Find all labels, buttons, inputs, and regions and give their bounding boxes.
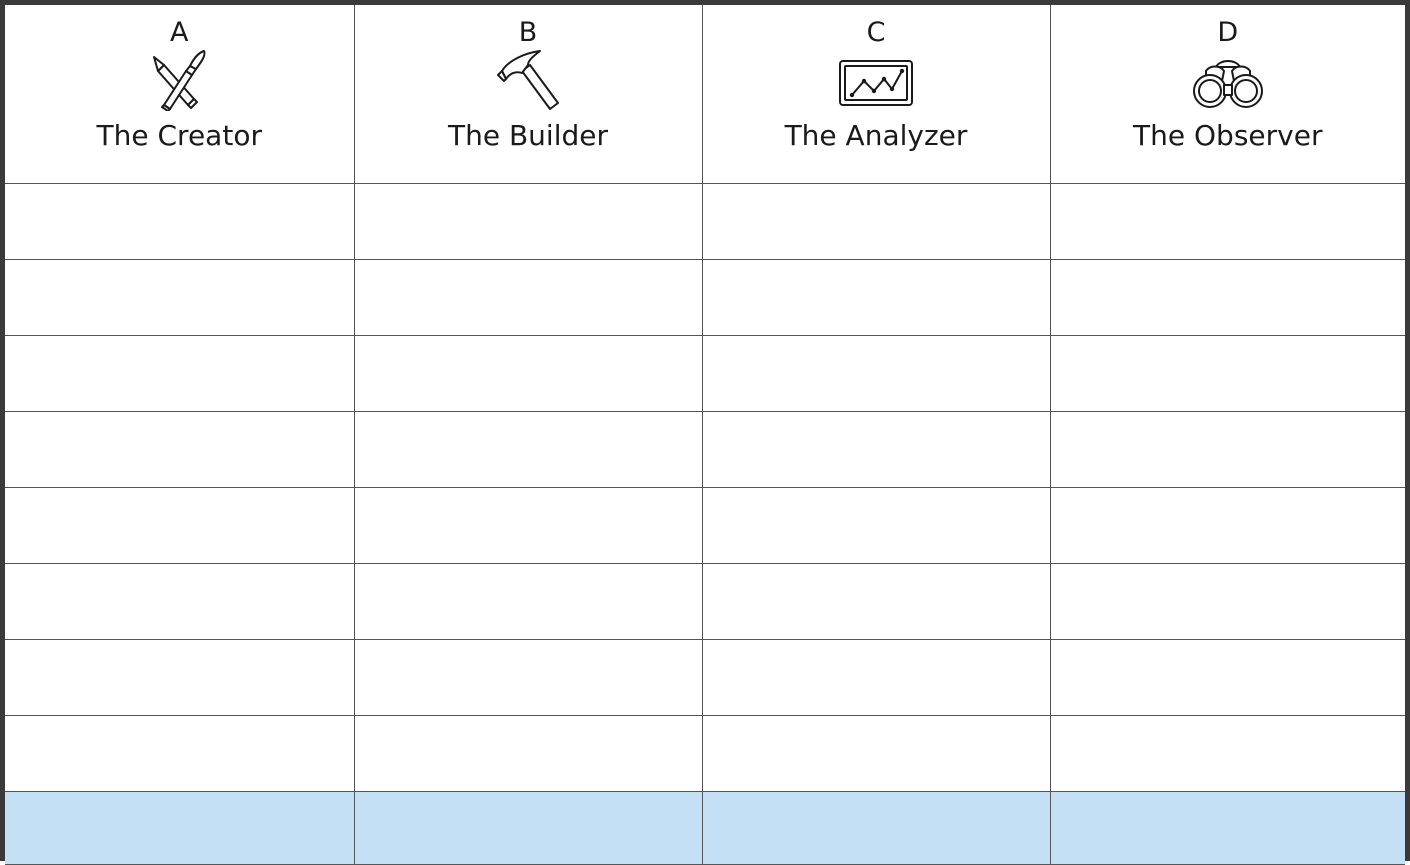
answer-cell-b[interactable] (353, 638, 703, 716)
table-row (5, 486, 1405, 564)
answer-cell-b[interactable] (353, 562, 703, 640)
answer-cell-c[interactable] (701, 182, 1051, 260)
hammer-icon (355, 49, 702, 110)
answer-cell-d[interactable] (1049, 410, 1405, 488)
answer-cell-a[interactable] (5, 562, 355, 640)
answer-cell-a[interactable] (5, 486, 355, 564)
answer-cell-b[interactable] (353, 486, 703, 564)
answer-cell-a[interactable] (5, 182, 355, 260)
total-cell-a[interactable] (5, 790, 355, 865)
answer-cell-a[interactable] (5, 714, 355, 792)
answer-cell-d[interactable] (1049, 486, 1405, 564)
column-title: The Analyzer (784, 119, 968, 152)
answer-cell-d[interactable] (1049, 182, 1405, 260)
answer-cell-c[interactable] (701, 486, 1051, 564)
answer-cell-a[interactable] (5, 638, 355, 716)
answer-cell-d[interactable] (1049, 258, 1405, 336)
column-header-a: A The Creator (5, 5, 355, 184)
answer-cell-c[interactable] (701, 334, 1051, 412)
line-chart-icon (703, 49, 1050, 109)
answer-cell-c[interactable] (701, 638, 1051, 716)
column-letter: D (1217, 17, 1239, 48)
answer-cell-b[interactable] (353, 258, 703, 336)
answer-cell-d[interactable] (1049, 562, 1405, 640)
role-table: A The Creator B The Builder C The Analyz… (5, 5, 1405, 865)
answer-cell-b[interactable] (353, 334, 703, 412)
answer-cell-a[interactable] (5, 258, 355, 336)
total-cell-c[interactable] (701, 790, 1051, 865)
table-row (5, 714, 1405, 792)
table-row (5, 638, 1405, 716)
column-header-b: B The Builder (353, 5, 703, 184)
table-row (5, 182, 1405, 260)
answer-cell-d[interactable] (1049, 714, 1405, 792)
column-header-c: C The Analyzer (701, 5, 1051, 184)
answer-cell-d[interactable] (1049, 334, 1405, 412)
answer-cell-c[interactable] (701, 562, 1051, 640)
answer-cell-b[interactable] (353, 714, 703, 792)
column-letter: A (170, 17, 189, 48)
answer-cell-c[interactable] (701, 258, 1051, 336)
pencil-and-brush-icon (5, 49, 354, 111)
answer-cell-c[interactable] (701, 410, 1051, 488)
table-row (5, 258, 1405, 336)
column-title: The Observer (1133, 119, 1323, 152)
column-letter: C (866, 17, 886, 48)
total-cell-b[interactable] (353, 790, 703, 865)
total-cell-d[interactable] (1049, 790, 1405, 865)
column-title: The Builder (447, 119, 608, 152)
column-title: The Creator (96, 119, 262, 152)
answer-cell-a[interactable] (5, 410, 355, 488)
total-row (5, 790, 1405, 865)
column-header-d: D The Observer (1049, 5, 1406, 184)
binoculars-icon (1051, 49, 1406, 109)
answer-cell-c[interactable] (701, 714, 1051, 792)
answer-cell-b[interactable] (353, 182, 703, 260)
header-row: A The Creator B The Builder C The Analyz… (5, 5, 1406, 184)
table-row (5, 562, 1405, 640)
table-row (5, 410, 1405, 488)
answer-cell-a[interactable] (5, 334, 355, 412)
answer-cell-d[interactable] (1049, 638, 1405, 716)
table-row (5, 334, 1405, 412)
answer-cell-b[interactable] (353, 410, 703, 488)
column-letter: B (518, 17, 538, 48)
